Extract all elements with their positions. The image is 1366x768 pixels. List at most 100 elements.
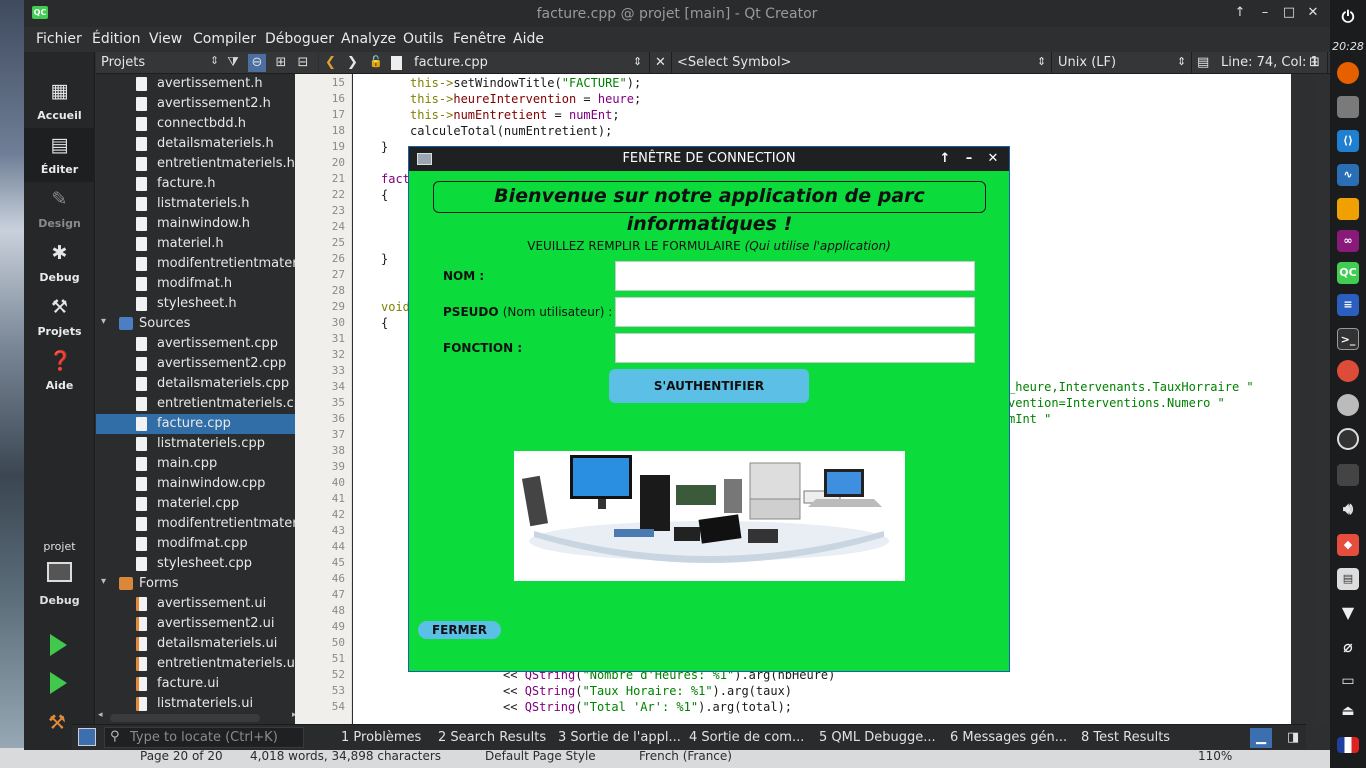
back-icon[interactable]: ❮	[325, 55, 336, 70]
close-pane-icon[interactable]: ⊟	[294, 54, 312, 72]
tree-folder-item[interactable]: ▾ Sources	[96, 314, 304, 334]
menu-fenetre[interactable]: Fenêtre	[453, 31, 506, 47]
filter-icon[interactable]: ⧩	[224, 54, 242, 72]
tree-file-item[interactable]: listmateriels.cpp	[96, 434, 304, 454]
view-selector[interactable]: Projets	[101, 55, 145, 70]
chevron-updown-icon[interactable]: ⇕	[1177, 55, 1186, 68]
open-file-name[interactable]: facture.cpp	[414, 55, 488, 70]
menu-view[interactable]: View	[149, 31, 182, 47]
locator-input[interactable]: ⚲ Type to locate (Ctrl+K)	[104, 727, 304, 748]
menu-deboguer[interactable]: Déboguer	[265, 31, 334, 47]
paperclip-icon[interactable]: ⌀	[1337, 636, 1359, 658]
tree-file-item[interactable]: listmateriels.h	[96, 194, 304, 214]
tree-file-item[interactable]: modifmat.h	[96, 274, 304, 294]
tree-file-item[interactable]: connectbdd.h	[96, 114, 304, 134]
tree-file-item[interactable]: avertissement.h	[96, 74, 304, 94]
mode-aide[interactable]: ❓ Aide	[24, 344, 95, 398]
tree-file-item[interactable]: stylesheet.cpp	[96, 554, 304, 574]
chevron-updown-icon[interactable]: ⇕	[210, 54, 219, 67]
build-hammer-icon[interactable]: ⚒	[48, 710, 66, 734]
menu-fichier[interactable]: Fichier	[36, 31, 82, 47]
cursor-position[interactable]: Line: 74, Col: 1	[1221, 55, 1319, 70]
mode-design[interactable]: ✎ Design	[24, 182, 95, 236]
output-tab-compile-output[interactable]: 4 Sortie de com...	[689, 730, 804, 745]
keep-above-icon[interactable]: ↑	[1231, 4, 1249, 22]
wifi-icon[interactable]: ▼	[1337, 602, 1359, 624]
menu-analyze[interactable]: Analyze	[341, 31, 396, 47]
tree-file-item[interactable]: detailsmateriels.cpp	[96, 374, 304, 394]
output-tab-search-results[interactable]: 2 Search Results	[438, 730, 546, 745]
eject-icon[interactable]: ⏏	[1337, 700, 1359, 722]
tree-file-item[interactable]: facture.ui	[96, 674, 304, 694]
minimize-icon[interactable]: –	[960, 149, 978, 169]
close-dialog-button[interactable]: FERMER	[418, 621, 501, 639]
split-editor-icon[interactable]: ⊞	[1309, 55, 1320, 70]
tree-file-item[interactable]: avertissement.ui	[96, 594, 304, 614]
tree-file-item[interactable]: avertissement2.ui	[96, 614, 304, 634]
tree-file-item[interactable]: detailsmateriels.h	[96, 134, 304, 154]
menu-outils[interactable]: Outils	[403, 31, 443, 47]
tree-folder-item[interactable]: ▾ Forms	[96, 574, 304, 594]
run-icon[interactable]	[50, 634, 67, 656]
document-app-icon[interactable]: ≡	[1337, 294, 1359, 316]
tree-file-item[interactable]: modifentretientmateriel	[96, 254, 304, 274]
split-icon[interactable]: ⊞	[272, 54, 290, 72]
output-pane-toggle-icon[interactable]: ▁	[1250, 728, 1272, 748]
fonction-field[interactable]	[615, 333, 975, 363]
tree-file-item[interactable]: avertissement2.cpp	[96, 354, 304, 374]
chevron-updown-icon[interactable]: ⇕	[633, 55, 642, 68]
infinity-app-icon[interactable]: ∞	[1337, 230, 1359, 252]
output-tab-qml-debugger[interactable]: 5 QML Debugge...	[819, 730, 936, 745]
tree-file-item[interactable]: entretientmateriels.h	[96, 154, 304, 174]
volume-icon[interactable]: 🔊︎	[1337, 498, 1359, 520]
tree-file-item[interactable]: mainwindow.cpp	[96, 474, 304, 494]
minimize-icon[interactable]: –	[1256, 4, 1274, 22]
tree-file-item[interactable]: modifentretientmateriel	[96, 514, 304, 534]
maximize-pane-icon[interactable]: ◨	[1287, 730, 1299, 745]
debug-run-icon[interactable]	[50, 672, 67, 694]
tree-file-item[interactable]: stylesheet.h	[96, 294, 304, 314]
firefox-icon[interactable]	[1337, 62, 1359, 84]
editor-scrollbar[interactable]	[1315, 74, 1330, 724]
mode-editer[interactable]: ▤ Éditer	[24, 128, 95, 182]
terminal-icon[interactable]: >_	[1337, 328, 1359, 350]
tree-file-item[interactable]: materiel.h	[96, 234, 304, 254]
mode-debug[interactable]: ✱ Debug	[24, 236, 95, 290]
maximize-icon[interactable]: □	[1280, 4, 1298, 22]
symbol-selector[interactable]: <Select Symbol>	[677, 55, 791, 70]
chrome-icon[interactable]	[1337, 360, 1359, 382]
screen-app-icon[interactable]	[1337, 464, 1359, 486]
close-icon[interactable]: ✕	[984, 149, 1002, 169]
toggle-sidebar-icon[interactable]	[78, 728, 96, 746]
output-tab-application-output[interactable]: 3 Sortie de l'appl...	[558, 730, 681, 745]
tree-file-item[interactable]: entretientmateriels.ui	[96, 654, 304, 674]
git-app-icon[interactable]: ◆	[1337, 534, 1359, 556]
tree-file-item[interactable]: mainwindow.h	[96, 214, 304, 234]
tree-horizontal-scrollbar[interactable]: ◂ ▸	[96, 710, 304, 724]
output-tab-problems[interactable]: 1 Problèmes	[341, 730, 421, 745]
line-ending-selector[interactable]: Unix (LF)	[1058, 55, 1116, 70]
clipboard-icon[interactable]: ▤	[1337, 568, 1359, 590]
chevron-down-icon[interactable]: ▾	[101, 316, 106, 327]
nom-field[interactable]	[615, 261, 975, 291]
tree-file-item[interactable]: detailsmateriels.ui	[96, 634, 304, 654]
tree-file-item[interactable]: facture.h	[96, 174, 304, 194]
tree-file-item[interactable]: modifmat.cpp	[96, 534, 304, 554]
files-icon[interactable]	[1337, 96, 1359, 118]
kit-selector-icon[interactable]	[47, 562, 72, 582]
database-icon[interactable]	[1337, 394, 1359, 416]
tree-file-item[interactable]: main.cpp	[96, 454, 304, 474]
eye-app-icon[interactable]	[1337, 428, 1359, 450]
tree-file-item[interactable]: entretientmateriels.cpp	[96, 394, 304, 414]
pseudo-field[interactable]	[615, 297, 975, 327]
qt-creator-icon[interactable]: QC	[1337, 262, 1359, 284]
link-icon[interactable]: ⊖	[248, 54, 266, 72]
tree-file-item[interactable]: facture.cpp	[96, 414, 304, 434]
forward-icon[interactable]: ❯	[347, 55, 358, 70]
monitor-app-icon[interactable]: ∿	[1337, 164, 1359, 186]
keep-above-icon[interactable]: ↑	[936, 149, 954, 169]
close-document-icon[interactable]: ✕	[655, 55, 666, 70]
mode-projets[interactable]: ⚒ Projets	[24, 290, 95, 344]
close-icon[interactable]: ✕	[1304, 4, 1322, 22]
tree-file-item[interactable]: listmateriels.ui	[96, 694, 304, 712]
